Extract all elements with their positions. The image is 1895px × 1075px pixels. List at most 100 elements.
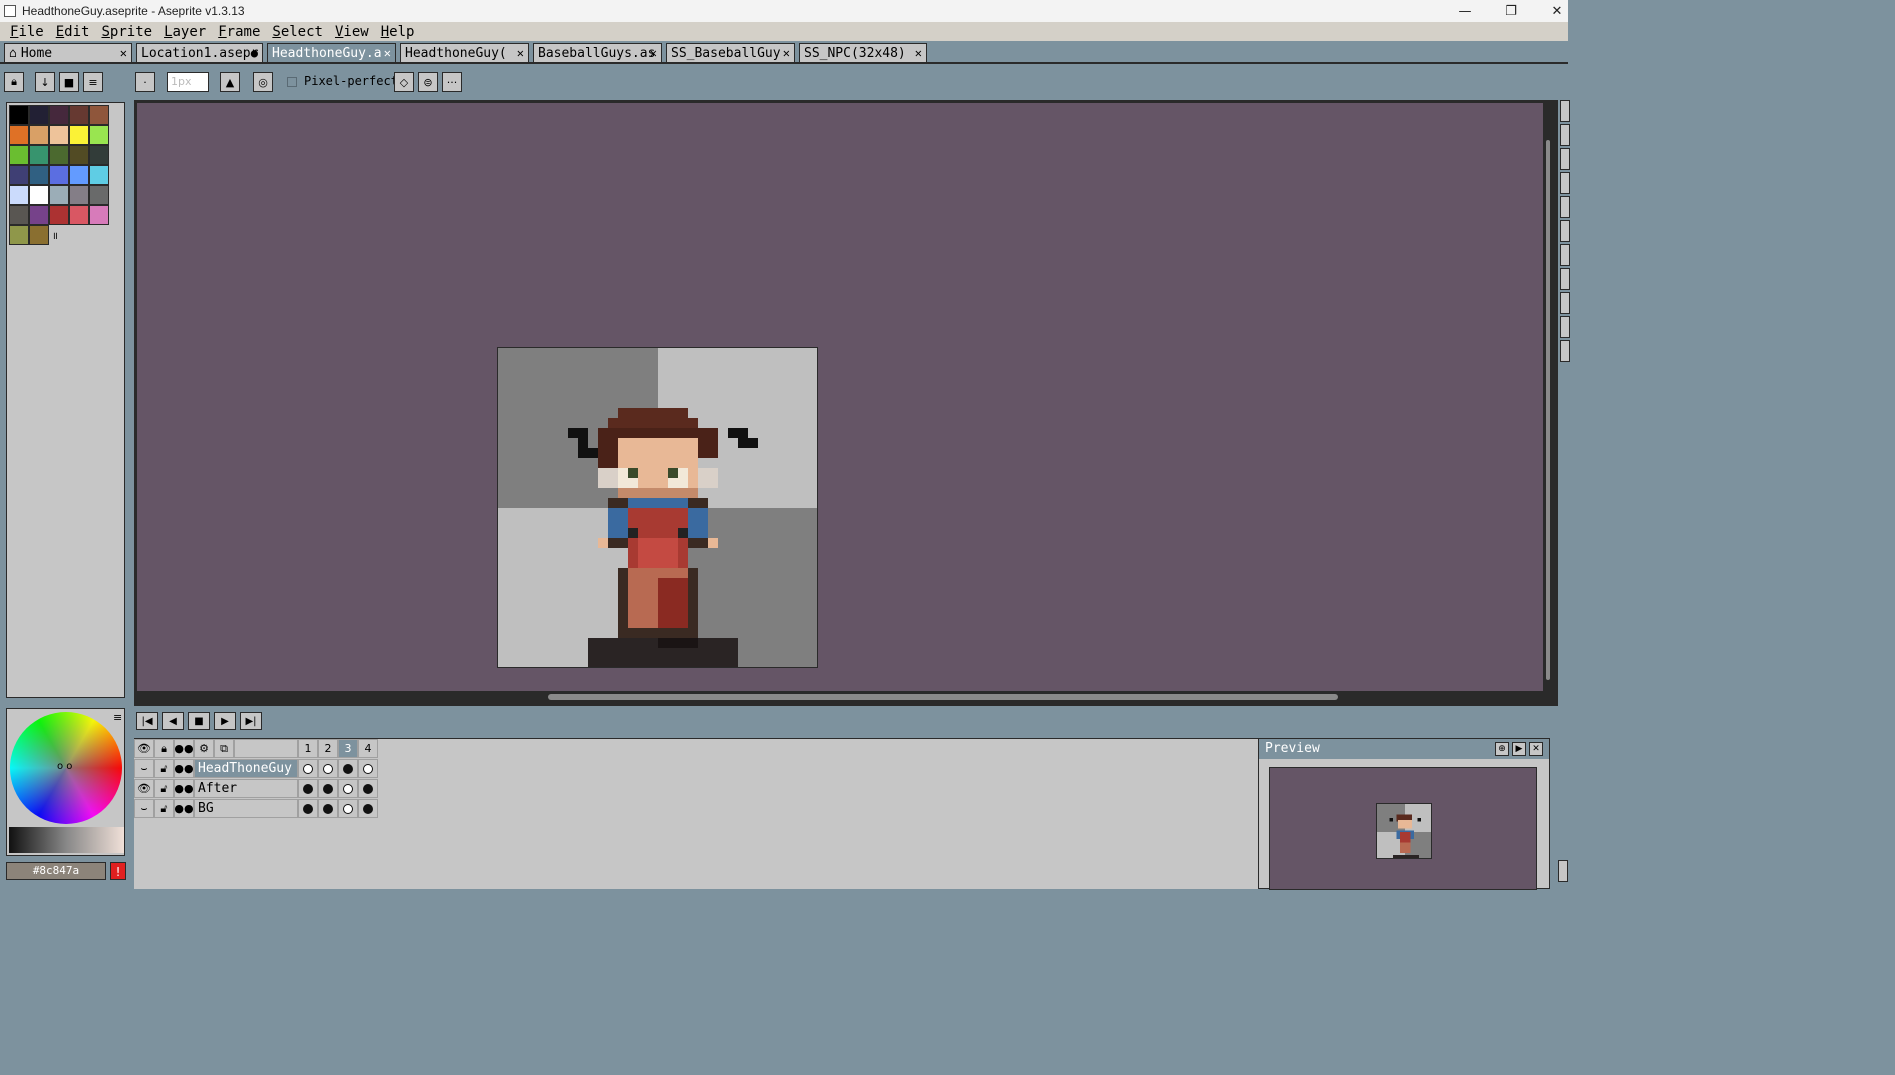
close-icon[interactable]: ✕ [1534,0,1580,22]
opacity-icon[interactable]: ◎ [253,72,273,92]
play-icon[interactable]: ■ [188,712,210,730]
palette-swatch[interactable] [89,165,109,185]
cel[interactable] [338,799,358,818]
palette-swatch[interactable] [29,165,49,185]
palette-swatch[interactable] [69,145,89,165]
edge-tool-button[interactable] [1560,196,1570,218]
tab-location1[interactable]: Location1.asepr ● [136,43,263,63]
ink-icon[interactable]: ▲ [220,72,240,92]
palette-swatch[interactable] [29,125,49,145]
last-frame-icon[interactable]: ▶| [240,712,262,730]
palette-swatch[interactable] [9,145,29,165]
palette-swatch[interactable] [69,185,89,205]
palette-swatch[interactable] [69,205,89,225]
eye-header-icon[interactable]: 👁︎ [134,739,154,758]
tab-headthoneguy-active[interactable]: HeadthoneGuy.a ✕ [267,43,396,63]
palette-swatch[interactable] [29,105,49,125]
menu-select[interactable]: Select [266,24,329,40]
edge-tool-button[interactable] [1560,316,1570,338]
tab-ss-baseballguy[interactable]: SS_BaseballGuy ✕ [666,43,795,63]
frame-header-current[interactable]: 3 [338,739,358,758]
palette-swatch[interactable] [9,225,29,245]
edge-tool-button[interactable] [1558,860,1568,882]
palette-swatch[interactable] [9,185,29,205]
cel[interactable] [318,799,338,818]
pixel-perfect-checkbox[interactable] [287,77,297,87]
preview-canvas[interactable] [1269,767,1537,890]
cel[interactable] [358,799,378,818]
layer-name-bg[interactable]: BG [194,799,298,818]
symmetry-icon[interactable]: ◇ [394,72,414,92]
palette-swatch[interactable] [29,185,49,205]
cel[interactable] [338,779,358,798]
shade-ramp[interactable] [9,827,124,853]
brush-size-input[interactable]: 1px [167,72,209,92]
vertical-scrollbar[interactable] [1546,140,1550,680]
warning-icon[interactable]: ! [110,862,126,880]
menu-edit[interactable]: Edit [50,24,96,40]
lock-icon[interactable]: 🔓︎ [154,779,174,798]
tab-close-icon[interactable]: ✕ [915,46,922,60]
cel[interactable] [318,759,338,778]
prev-frame-icon[interactable]: ◀ [162,712,184,730]
frame-header[interactable]: 2 [318,739,338,758]
palette-swatch[interactable] [89,105,109,125]
palette-swatch[interactable] [29,205,49,225]
minimize-icon[interactable]: — [1442,0,1488,22]
cel[interactable] [358,759,378,778]
onion-skin-icon[interactable]: ⧉ [214,739,234,758]
canvas-background[interactable] [137,103,1543,691]
play-preview-icon[interactable]: ▶ [1512,742,1526,756]
tab-close-icon[interactable]: ✕ [384,46,391,60]
edge-tool-button[interactable] [1560,292,1570,314]
visibility-eye-icon[interactable]: 👁︎ [134,779,154,798]
palette-swatch[interactable] [69,125,89,145]
menu-layer[interactable]: Layer [158,24,212,40]
palette-swatch[interactable] [9,165,29,185]
palette-swatch[interactable] [49,105,69,125]
palette-swatch[interactable] [69,165,89,185]
tab-close-icon[interactable]: ✕ [783,46,790,60]
dynamics-icon[interactable]: ⊜ [418,72,438,92]
palette-swatch[interactable] [49,205,69,225]
menu-frame[interactable]: Frame [212,24,266,40]
continuous-icon[interactable]: ●● [174,779,194,798]
frame-header[interactable]: 1 [298,739,318,758]
canvas-area[interactable] [134,100,1558,706]
tab-baseballguys[interactable]: BaseballGuys.as ✕ [533,43,662,63]
color-selector[interactable]: o o ≡ [6,708,125,856]
cel[interactable] [298,779,318,798]
cel[interactable] [358,779,378,798]
edge-tool-button[interactable] [1560,172,1570,194]
layer-name-after[interactable]: After [194,779,298,798]
download-arrow-icon[interactable]: ↓ [35,72,55,92]
lock-icon[interactable]: 🔓︎ [154,759,174,778]
tab-home[interactable]: ⌂ Home ✕ [4,43,132,63]
continuous-icon[interactable]: ●● [174,759,194,778]
tab-close-icon[interactable]: ✕ [650,46,657,60]
cel[interactable] [338,759,358,778]
brush-type-icon[interactable]: · [135,72,155,92]
menu-file[interactable]: File [4,24,50,40]
tab-ss-npc[interactable]: SS_NPC(32x48) ✕ [799,43,927,63]
lock-header-icon[interactable]: 🔒︎ [154,739,174,758]
lock-icon[interactable]: 🔓︎ [154,799,174,818]
frame-header[interactable]: 4 [358,739,378,758]
layer-name-headthoneguy[interactable]: HeadThoneGuy [194,759,298,778]
sprite-canvas[interactable] [497,347,818,668]
palette-swatch[interactable] [49,125,69,145]
visibility-hidden-icon[interactable]: ⌣ [134,799,154,818]
edge-tool-button[interactable] [1560,268,1570,290]
more-options-button[interactable]: ··· [442,72,462,92]
palette-swatch[interactable] [29,145,49,165]
palette-swatch[interactable] [89,185,109,205]
continuous-icon[interactable]: ●● [174,799,194,818]
next-frame-icon[interactable]: ▶ [214,712,236,730]
pause-icon[interactable]: ॥ [52,228,58,242]
first-frame-icon[interactable]: |◀ [136,712,158,730]
close-preview-icon[interactable]: ✕ [1529,742,1543,756]
menu-lines-icon[interactable]: ≡ [83,72,103,92]
restore-icon[interactable]: ❐ [1488,0,1534,22]
palette-swatch[interactable] [29,225,49,245]
wheel-options-icon[interactable]: ≡ [113,711,122,724]
